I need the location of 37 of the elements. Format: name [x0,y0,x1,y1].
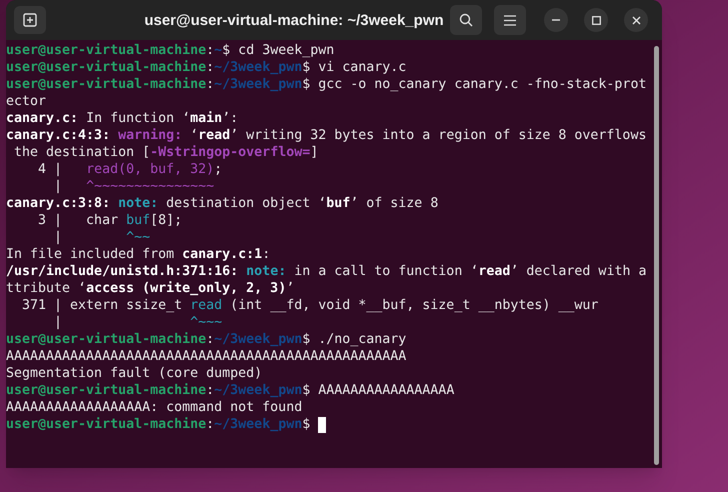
terminal-line: AAAAAAAAAAAAAAAAAA: command not found [6,399,302,416]
new-tab-button[interactable] [14,6,46,34]
terminal-line: In file included from canary.c:1: [6,246,270,263]
terminal-line: 4 | read(0, buf, 32); [37,161,222,178]
terminal-line: 371 | extern ssize_t read (int __fd, void *__buf, size_t __nbytes) __wur [21,297,598,314]
maximize-button[interactable] [584,8,608,32]
terminal-line: Segmentation fault (core dumped) [6,365,262,382]
terminal-line: AAAAAAAAAAAAAAAAAAAAAAAAAAAAAAAAAAAAAAAAAAAAAAAAAA [6,348,406,365]
new-tab-icon [22,12,38,28]
window-title: user@user-virtual-machine: ~/3week_pwn [143,11,445,31]
terminal-line: canary.c: In function ‘main’: [6,110,238,127]
terminal-line: 3 | char buf[8]; [37,212,182,229]
terminal-line: user@user-virtual-machine:~/3week_pwn$ ./no_canary [6,331,406,348]
terminal-line: | ^~~~~~~~~~~~~~~~ [53,178,214,195]
terminal-line: canary.c:4:3: warning: ‘read’ writing 32 bytes into a region of size 8 overflows [6,127,646,144]
terminal-line: user@user-virtual-machine:~/3week_pwn$ vi canary.c [6,59,406,76]
minimize-button[interactable] [544,8,568,32]
terminal-line: | ^~~~ [53,314,222,331]
terminal-line: the destination [-Wstringop-overflow=] [13,144,318,161]
scrollbar-thumb[interactable] [654,46,658,465]
terminal-line: user@user-virtual-machine:~/3week_pwn$ [6,416,312,433]
search-icon [459,13,473,27]
terminal-line: canary.c:3:8: note: destination object ‘buf’ of size 8 [6,195,438,212]
search-button[interactable] [450,5,482,35]
terminal-line: ttribute ‘access (write_only, 2, 3)’ [6,280,294,297]
terminal-line: /usr/include/unistd.h:371:16: note: in a call to function ‘read’ declared with a [6,263,646,280]
terminal-line: user@user-virtual-machine:~/3week_pwn$ AAAAAAAAAAAAAAAAA [6,382,454,399]
minimize-icon [552,19,560,21]
menu-icon [504,14,516,26]
menu-button[interactable] [494,5,526,35]
terminal-line: user@user-virtual-machine:~/3week_pwn$ gcc -o no_canary canary.c -fno-stack-prot [6,76,646,93]
maximize-icon [592,16,600,24]
terminal-line: user@user-virtual-machine:~$ cd 3week_pwn [6,42,334,59]
close-icon [632,16,640,24]
close-button[interactable] [624,8,648,32]
terminal-line: ector [6,93,46,110]
terminal-line: | ^~~ [53,229,150,246]
